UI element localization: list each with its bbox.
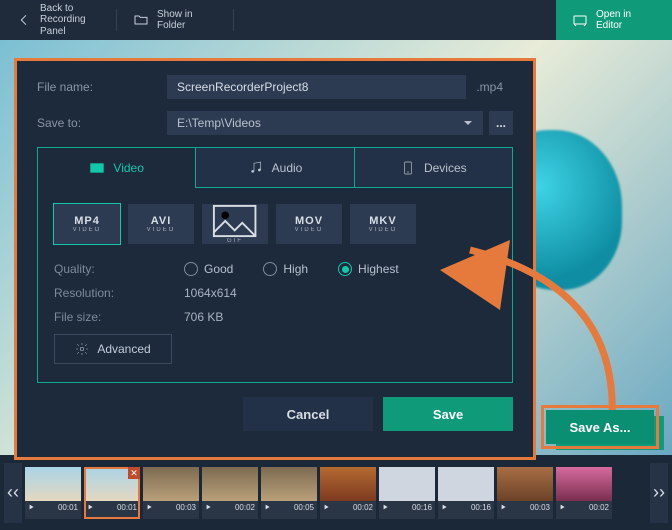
clip-6[interactable]: 00:16 [379,467,435,519]
close-icon[interactable]: ✕ [128,467,140,479]
filesize-value: 706 KB [184,310,223,324]
saveto-dropdown[interactable]: E:\Temp\Videos [167,111,483,135]
clip-2[interactable]: 00:03 [143,467,199,519]
resolution-value: 1064x614 [184,286,237,300]
format-list: MP4VIDEOAVIVIDEOGIFMOVVIDEOMKVVIDEO [54,204,496,244]
show-in-folder-button[interactable]: Show in Folder [117,0,233,40]
clip-1[interactable]: 00:01✕ [84,467,140,519]
save-button[interactable]: Save [383,397,513,431]
clip-list: 00:0100:01✕00:0300:0200:0500:0200:1600:1… [25,467,647,519]
separator [233,9,234,31]
format-tabs-container: Video Audio Devices MP4VIDEOAVIVIDEOGIFM… [37,147,513,383]
show-label: Show in Folder [157,9,217,32]
save-as-button[interactable]: Save As... [546,410,654,444]
format-gif[interactable]: GIF [202,204,268,244]
clip-0[interactable]: 00:01 [25,467,81,519]
format-avi[interactable]: AVIVIDEO [128,204,194,244]
tab-video[interactable]: Video [38,148,195,188]
quality-highest[interactable]: Highest [338,262,399,276]
timeline-strip: ‹‹ 00:0100:01✕00:0300:0200:0500:0200:160… [0,455,672,530]
editor-icon [572,12,588,28]
audio-icon [248,160,264,176]
clip-9[interactable]: 00:02 [556,467,612,519]
file-ext: .mp4 [466,80,513,94]
format-mp4[interactable]: MP4VIDEO [54,204,120,244]
quality-radio-group: Good High Highest [184,262,399,276]
clip-5[interactable]: 00:02 [320,467,376,519]
resolution-label: Resolution: [54,286,184,300]
top-toolbar: Back to Recording Panel Show in Folder O… [0,0,672,40]
quality-good[interactable]: Good [184,262,233,276]
filename-input[interactable] [167,75,466,99]
filesize-label: File size: [54,310,184,324]
clip-8[interactable]: 00:03 [497,467,553,519]
devices-icon [400,160,416,176]
clip-4[interactable]: 00:05 [261,467,317,519]
back-label: Back to Recording Panel [40,3,100,38]
saveto-label: Save to: [37,116,167,130]
save-dialog: File name: .mp4 Save to: E:\Temp\Videos … [14,58,536,460]
arrow-left-icon [16,12,32,28]
browse-button[interactable]: ... [489,111,513,135]
video-icon [89,160,105,176]
clip-3[interactable]: 00:02 [202,467,258,519]
filename-label: File name: [37,80,167,94]
advanced-button[interactable]: Advanced [54,334,172,364]
timeline-prev[interactable]: ‹‹ [4,463,22,523]
open-in-editor-button[interactable]: Open in Editor [556,0,672,40]
gear-icon [75,342,89,356]
format-mov[interactable]: MOVVIDEO [276,204,342,244]
timeline-next[interactable]: ›› [650,463,668,523]
back-button[interactable]: Back to Recording Panel [0,0,116,40]
folder-icon [133,12,149,28]
clip-7[interactable]: 00:16 [438,467,494,519]
format-mkv[interactable]: MKVVIDEO [350,204,416,244]
tab-devices[interactable]: Devices [354,148,512,188]
quality-high[interactable]: High [263,262,308,276]
cancel-button[interactable]: Cancel [243,397,373,431]
chevron-down-icon [463,118,473,128]
open-label: Open in Editor [596,9,656,32]
tab-audio[interactable]: Audio [195,148,353,188]
quality-label: Quality: [54,262,184,276]
